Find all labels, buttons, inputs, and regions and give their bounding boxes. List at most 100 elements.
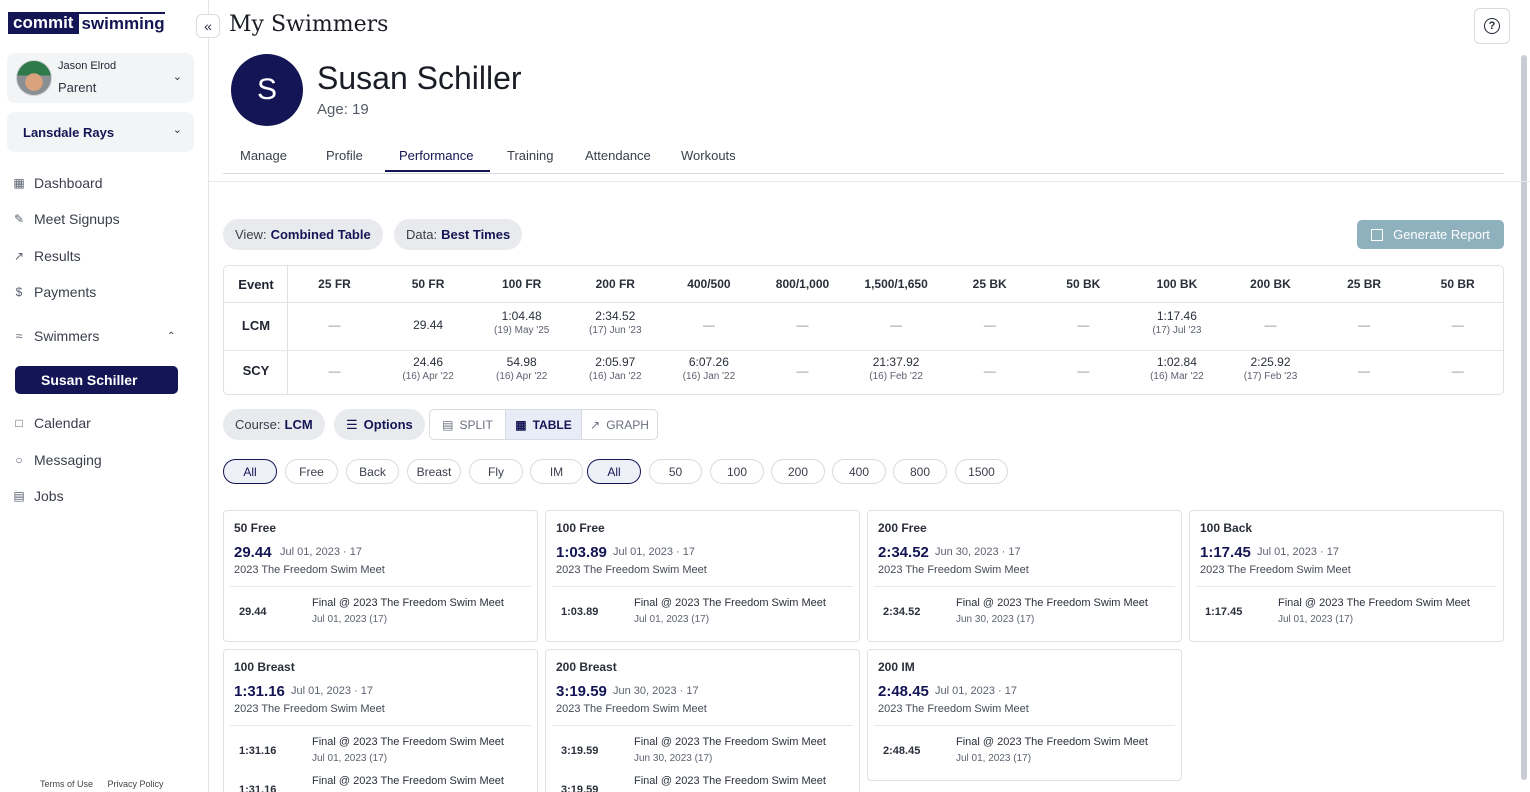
help-button[interactable]: ? xyxy=(1474,8,1510,44)
nav-dashboard[interactable]: ▦ Dashboard xyxy=(12,173,102,193)
distance-chip-200[interactable]: 200 xyxy=(771,459,825,484)
time-value: — xyxy=(1451,318,1464,332)
event-title: 100 Free xyxy=(556,521,605,535)
event-card[interactable]: 100 Breast 1:31.16 Jul 01, 2023 · 17 2023 T… xyxy=(223,649,538,792)
time-cell: — xyxy=(850,318,943,332)
event-card[interactable]: 200 Breast 3:19.59 Jun 30, 2023 · 17 2023 T… xyxy=(545,649,860,792)
time-cell[interactable]: 6:07.26 (16) Jan '22 xyxy=(662,355,755,382)
stroke-chip-fly[interactable]: Fly xyxy=(469,459,523,484)
result-date: Jul 01, 2023 (17) xyxy=(1278,614,1354,625)
nav-swimmer-susan[interactable]: Susan Schiller xyxy=(15,366,178,394)
collapse-sidebar-button[interactable]: « xyxy=(196,14,220,38)
event-card[interactable]: 100 Free 1:03.89 Jul 01, 2023 · 17 2023 The… xyxy=(545,510,860,642)
tab-profile[interactable]: Profile xyxy=(326,148,363,163)
result-title: Final @ 2023 The Freedom Swim Meet xyxy=(1278,597,1470,609)
time-cell: — xyxy=(1224,318,1317,332)
card-divider xyxy=(552,725,853,726)
swimmer-icon: ≈ xyxy=(15,329,23,343)
time-cell[interactable]: 1:02.84 (16) Mar '22 xyxy=(1130,355,1223,382)
chart-icon: ↗ xyxy=(13,249,25,263)
tab-training[interactable]: Training xyxy=(507,148,553,163)
event-card[interactable]: 200 IM 2:48.45 Jul 01, 2023 · 17 2023 The F… xyxy=(867,649,1182,781)
time-cell[interactable]: 2:25.92 (17) Feb '23 xyxy=(1224,355,1317,382)
mode-graph-button[interactable]: ↗ GRAPH xyxy=(582,410,657,439)
meet-name: 2023 The Freedom Swim Meet xyxy=(556,703,707,715)
user-role: Parent xyxy=(58,80,97,95)
row-label-lcm: LCM xyxy=(241,318,271,333)
generate-report-button[interactable]: Generate Report xyxy=(1357,220,1504,249)
time-cell[interactable]: 24.46 (16) Apr '22 xyxy=(382,355,475,382)
time-cell[interactable]: 1:17.46 (17) Jul '23 xyxy=(1130,309,1223,336)
stroke-chip-breast[interactable]: Breast xyxy=(407,459,461,484)
view-selector[interactable]: View: Combined Table xyxy=(223,219,383,250)
nav-label: Results xyxy=(34,248,81,264)
result-title: Final @ 2023 The Freedom Swim Meet xyxy=(312,775,504,787)
stroke-chip-all[interactable]: All xyxy=(223,459,277,484)
distance-chip-all[interactable]: All xyxy=(587,459,641,484)
tab-attendance[interactable]: Attendance xyxy=(585,148,651,163)
time-value: 29.44 xyxy=(413,318,444,332)
time-cell[interactable]: 29.44 xyxy=(382,318,475,332)
tab-manage[interactable]: Manage xyxy=(240,148,287,163)
time-cell[interactable]: 21:37.92 (16) Feb '22 xyxy=(850,355,943,382)
nav-label: Meet Signups xyxy=(34,211,120,227)
stroke-chip-im[interactable]: IM xyxy=(530,459,583,484)
event-card[interactable]: 50 Free 29.44 Jul 01, 2023 · 17 2023 The Fr… xyxy=(223,510,538,642)
time-cell: — xyxy=(288,364,381,378)
data-selector[interactable]: Data: Best Times xyxy=(394,219,523,250)
card-divider xyxy=(1196,586,1497,587)
options-button[interactable]: ☰ Options xyxy=(334,409,425,440)
user-switcher[interactable]: Jason Elrod Parent ⌄ xyxy=(7,53,194,103)
nav-meet-signups[interactable]: ✎ Meet Signups xyxy=(12,209,120,229)
tab-workouts[interactable]: Workouts xyxy=(681,148,736,163)
privacy-link[interactable]: Privacy Policy xyxy=(108,779,164,789)
course-selector[interactable]: Course: LCM xyxy=(223,409,325,440)
stroke-chip-back[interactable]: Back xyxy=(346,459,399,484)
team-switcher[interactable]: Lansdale Rays ⌄ xyxy=(7,112,194,152)
meet-name: 2023 The Freedom Swim Meet xyxy=(878,703,1029,715)
grid-icon: ▦ xyxy=(13,176,25,190)
scrollbar[interactable] xyxy=(1521,55,1527,780)
time-cell[interactable]: 54.98 (16) Apr '22 xyxy=(475,355,568,382)
time-cell: — xyxy=(1318,318,1411,332)
nav-calendar[interactable]: □ Calendar xyxy=(12,413,90,433)
time-value: — xyxy=(1358,318,1371,332)
stroke-chip-free[interactable]: Free xyxy=(285,459,338,484)
time-value: 24.46 xyxy=(413,355,444,369)
course-label: Course: xyxy=(235,417,281,432)
distance-chip-400[interactable]: 400 xyxy=(832,459,886,484)
app-logo[interactable]: commit swimming xyxy=(8,12,165,34)
nav-label: Jobs xyxy=(34,488,64,504)
time-cell[interactable]: 2:05.97 (16) Jan '22 xyxy=(569,355,662,382)
time-cell[interactable]: 2:34.52 (17) Jun '23 xyxy=(569,309,662,336)
nav-results[interactable]: ↗ Results xyxy=(12,246,81,266)
time-cell: — xyxy=(756,318,849,332)
distance-chip-100[interactable]: 100 xyxy=(710,459,764,484)
result-time: 3:19.59 xyxy=(561,784,599,792)
distance-chip-800[interactable]: 800 xyxy=(893,459,947,484)
swimmer-age: Age: 19 xyxy=(317,101,369,118)
time-cell[interactable]: 1:04.48 (19) May '25 xyxy=(475,309,568,336)
header-event: Event xyxy=(238,277,274,292)
event-card[interactable]: 200 Free 2:34.52 Jun 30, 2023 · 17 2023 The… xyxy=(867,510,1182,642)
time-value: — xyxy=(796,318,809,332)
chevron-down-icon: ⌄ xyxy=(172,124,182,136)
column-header: 25 BR xyxy=(1347,277,1382,291)
mode-split-button[interactable]: ▤ SPLIT xyxy=(430,410,506,439)
event-card[interactable]: 100 Back 1:17.45 Jul 01, 2023 · 17 2023 The… xyxy=(1189,510,1504,642)
card-divider xyxy=(230,586,531,587)
question-icon: ? xyxy=(1484,18,1500,34)
mode-table-button[interactable]: ▦ TABLE xyxy=(506,410,582,439)
swimmer-avatar: S xyxy=(231,54,303,126)
time-value: — xyxy=(796,364,809,378)
nav-swimmers[interactable]: ≈ Swimmers ⌃ xyxy=(12,326,176,346)
terms-link[interactable]: Terms of Use xyxy=(40,779,93,789)
result-title: Final @ 2023 The Freedom Swim Meet xyxy=(312,597,504,609)
nav-jobs[interactable]: ▤ Jobs xyxy=(12,486,64,506)
distance-chip-50[interactable]: 50 xyxy=(649,459,702,484)
distance-chip-1500[interactable]: 1500 xyxy=(955,459,1008,484)
tab-performance[interactable]: Performance xyxy=(399,148,473,163)
column-header: 200 FR xyxy=(595,277,635,291)
nav-payments[interactable]: $ Payments xyxy=(12,282,97,302)
nav-messaging[interactable]: ○ Messaging xyxy=(12,450,101,470)
